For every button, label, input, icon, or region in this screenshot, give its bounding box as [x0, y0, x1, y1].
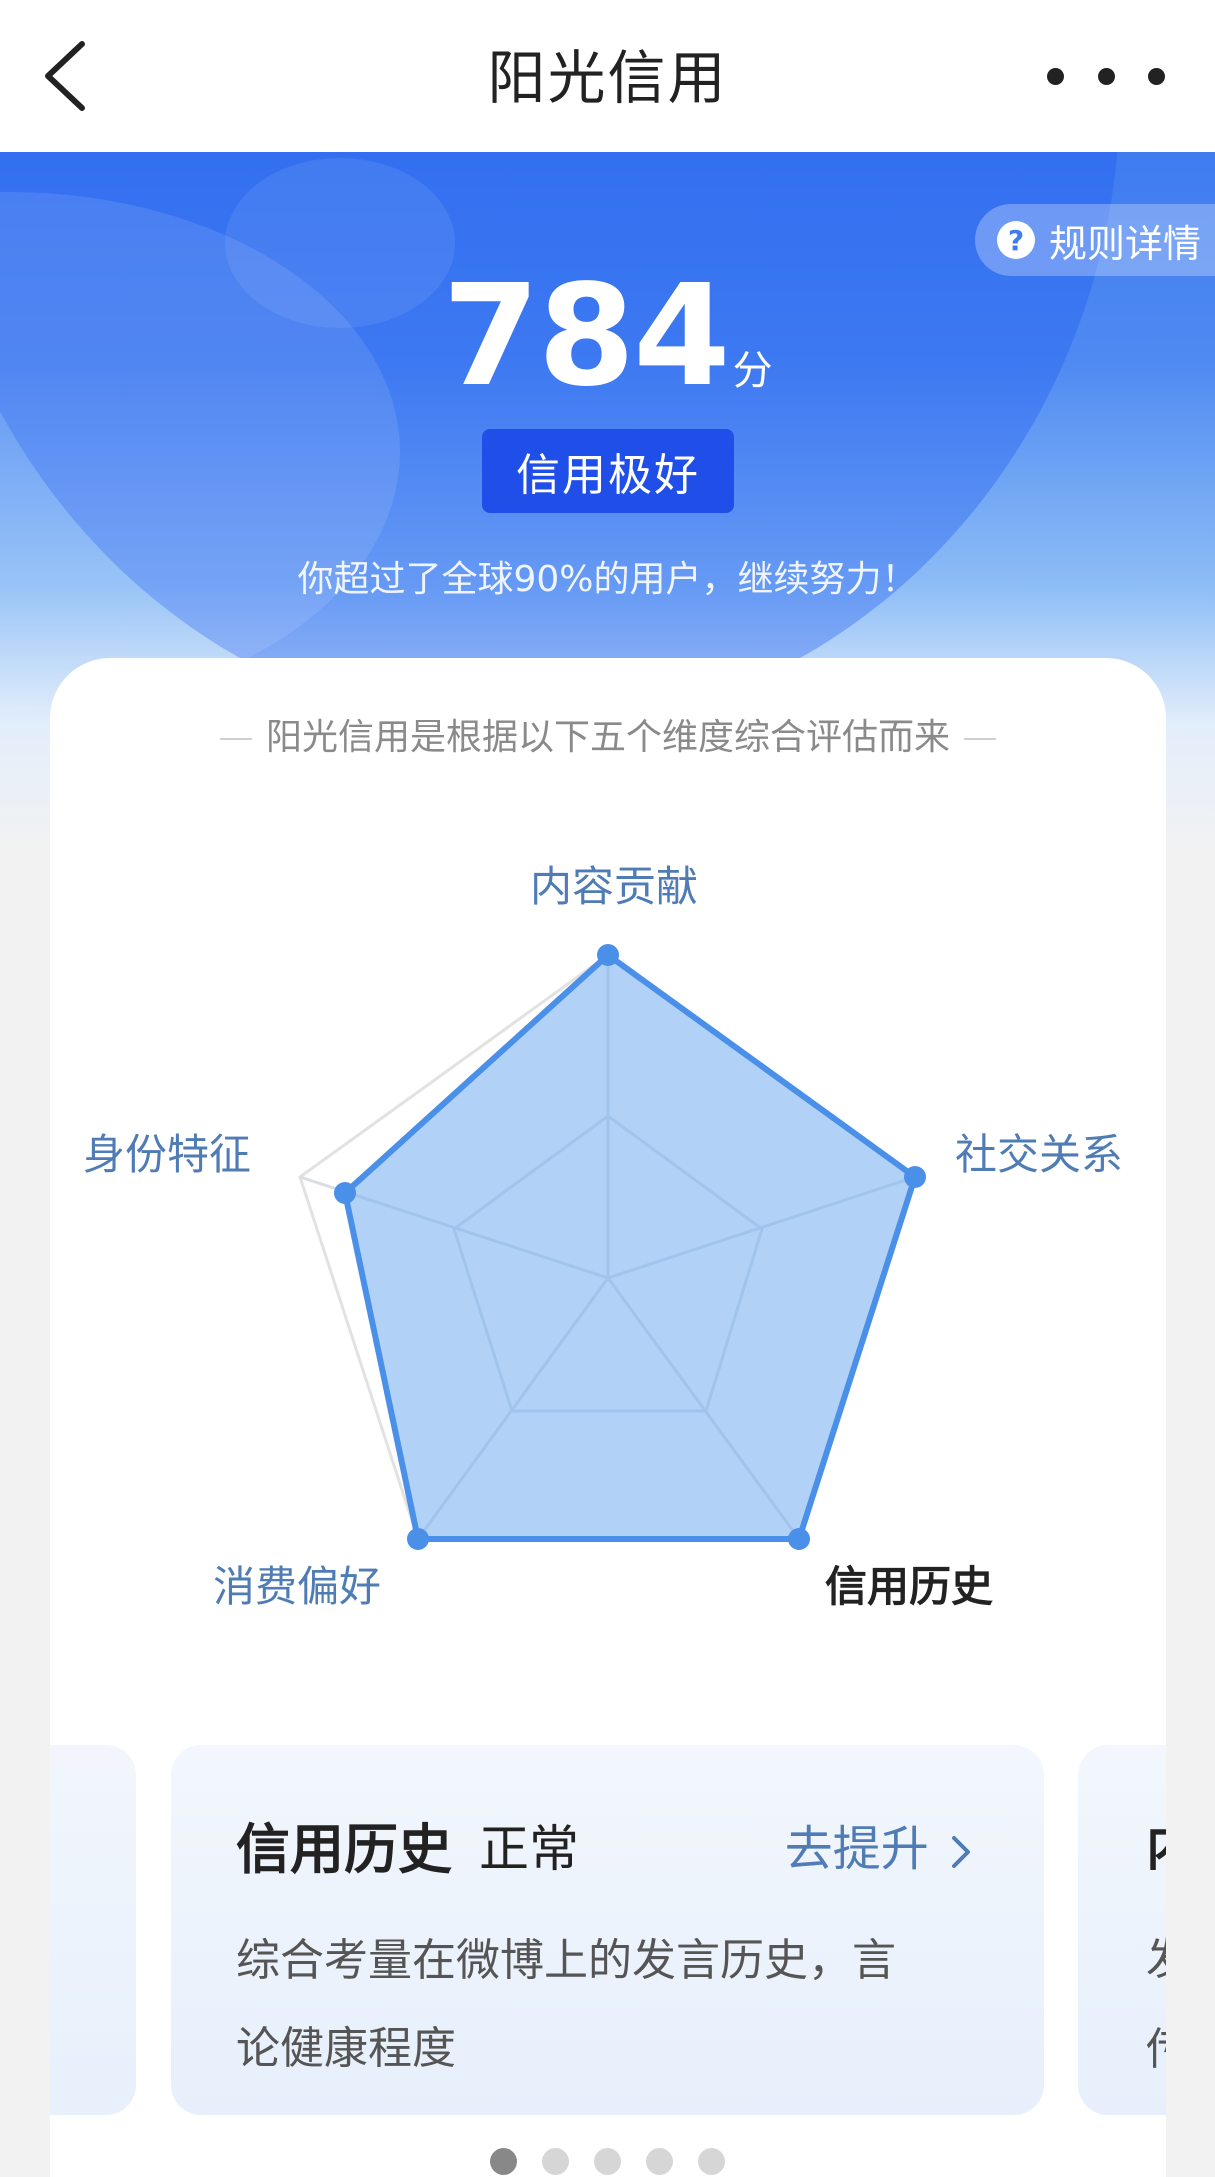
credit-score: 784 分: [0, 252, 1215, 422]
slide-next-title-peek: 内: [1146, 1805, 1166, 1880]
carousel-slide-current[interactable]: 信用历史 正常 去提升 综合考量在微博上的发言历史，言 论健康程度: [171, 1745, 1044, 2115]
divider: [219, 738, 252, 740]
radar-label-social[interactable]: 社交关系: [955, 1130, 1123, 1180]
score-value: 784: [442, 255, 730, 418]
improve-link-label: 去提升: [784, 1821, 929, 1877]
slide-next-desc-peek: 传: [1146, 2013, 1166, 2077]
radar-label-history[interactable]: 信用历史: [825, 1562, 993, 1612]
more-button[interactable]: [1047, 56, 1165, 96]
slide-description: 综合考量在微博上的发言历史，言 论健康程度: [236, 1917, 996, 2093]
slide-status: 正常: [479, 1820, 579, 1878]
card-subtitle-text: 阳光信用是根据以下五个维度综合评估而来: [265, 717, 950, 758]
page-title: 阳光信用: [487, 44, 728, 112]
slide-next-desc-peek: 发: [1146, 1923, 1166, 1987]
pagination-dot[interactable]: [594, 2148, 621, 2175]
pagination-dot-active[interactable]: [490, 2148, 517, 2175]
pagination-dot[interactable]: [542, 2148, 569, 2175]
more-dot: [1097, 67, 1115, 85]
more-dot: [1148, 67, 1165, 85]
exceed-text: 你超过了全球90%的用户，继续努力！: [297, 559, 918, 600]
radar-label-consumption[interactable]: 消费偏好: [213, 1562, 381, 1612]
radar-label-identity[interactable]: 身份特征: [83, 1130, 251, 1180]
card-subtitle: 阳光信用是根据以下五个维度综合评估而来: [50, 708, 1166, 760]
pagination-dot[interactable]: [698, 2148, 725, 2175]
chevron-right-icon: [952, 1836, 970, 1868]
carousel-slide-prev[interactable]: [50, 1745, 136, 2115]
more-horizontal-icon: [1047, 67, 1064, 85]
divider: [964, 738, 996, 740]
slide-title: 信用历史: [236, 1818, 452, 1881]
pagination-dot[interactable]: [646, 2148, 673, 2175]
improve-link[interactable]: 去提升: [785, 1809, 974, 1879]
score-unit: 分: [732, 348, 773, 394]
slide-description-line: 论健康程度: [236, 2023, 456, 2074]
carousel-slide-next[interactable]: 内 发 传: [1078, 1745, 1166, 2115]
radar-label-content[interactable]: 内容贡献: [530, 862, 698, 912]
navbar: 阳光信用: [0, 0, 1215, 152]
credit-level-badge: 信用极好: [482, 429, 734, 513]
slide-description-line: 综合考量在微博上的发言历史，言: [236, 1935, 896, 1986]
carousel-pagination: [490, 2148, 725, 2175]
